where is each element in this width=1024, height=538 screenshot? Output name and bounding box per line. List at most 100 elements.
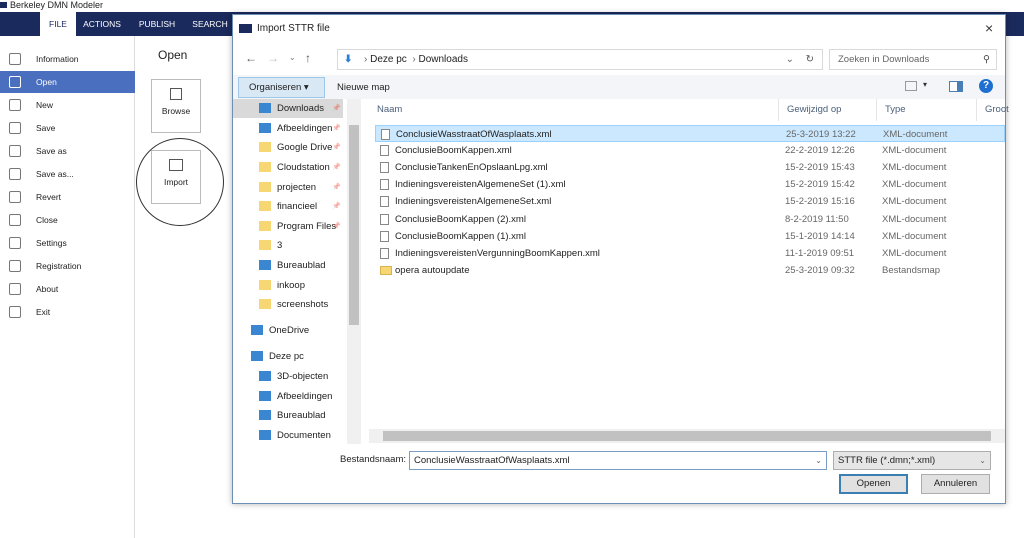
nav-item-financieel[interactable]: financieel 📌: [233, 197, 343, 216]
nav-scrollbar-thumb[interactable]: [349, 125, 359, 325]
file-row[interactable]: ConclusieWasstraatOfWasplaats.xml 25-3-20…: [375, 125, 1005, 142]
forward-icon[interactable]: →: [267, 51, 279, 65]
pin-icon[interactable]: 📌: [332, 119, 341, 138]
info-icon: [9, 53, 21, 65]
sidebar-item-new[interactable]: New: [0, 94, 135, 116]
nav-item-projecten[interactable]: projecten 📌: [233, 178, 343, 197]
pin-icon[interactable]: 📌: [332, 178, 341, 197]
nav-item-screenshots[interactable]: screenshots: [233, 295, 343, 314]
nav-item-label: inkoop: [277, 280, 305, 291]
file-row[interactable]: opera autoupdate 25-3-2019 09:32 Bestandsm…: [375, 262, 1005, 279]
back-icon[interactable]: ←: [245, 51, 257, 65]
sidebar-item-settings[interactable]: Settings: [0, 232, 135, 254]
sidebar-item-label: Save as...: [36, 169, 74, 179]
file-row[interactable]: IndieningsvereistenVergunningBoomKappen.…: [375, 245, 1005, 262]
nav-item-bureaublad[interactable]: Bureaublad: [233, 256, 343, 275]
sidebar-item-close[interactable]: Close: [0, 209, 135, 231]
sidebar-item-open[interactable]: Open: [0, 71, 135, 93]
pin-icon[interactable]: 📌: [332, 217, 341, 236]
pin-icon[interactable]: 📌: [332, 158, 341, 177]
sidebar-item-about[interactable]: About: [0, 278, 135, 300]
import-button[interactable]: Import: [151, 150, 201, 204]
breadcrumb-deze-pc[interactable]: Deze pc: [370, 54, 407, 65]
chevron-down-icon[interactable]: ⌄: [815, 452, 822, 469]
nav-item-program-files[interactable]: Program Files 📌: [233, 217, 343, 236]
nav-item-deze-pc[interactable]: Deze pc: [233, 347, 343, 366]
nav-item-onedrive[interactable]: OneDrive: [233, 321, 343, 340]
file-name: ConclusieBoomKappen (1).xml: [395, 230, 526, 242]
breadcrumb-downloads[interactable]: Downloads: [418, 54, 467, 65]
sidebar-item-label: Save as: [36, 146, 67, 156]
file-name: IndieningsvereistenAlgemeneSet (1).xml: [395, 179, 566, 191]
xml-file-icon: [380, 162, 389, 174]
address-dropdown-icon[interactable]: ⌄: [786, 50, 794, 69]
view-options-icon[interactable]: [905, 81, 917, 91]
sidebar-item-registration[interactable]: Registration: [0, 255, 135, 277]
tab-search[interactable]: SEARCH: [190, 12, 230, 36]
sidebar-item-save-as[interactable]: Save as...: [0, 163, 135, 185]
tab-actions[interactable]: ACTIONS: [80, 12, 124, 36]
nav-item-3[interactable]: 3: [233, 236, 343, 255]
tab-publish[interactable]: PUBLISH: [135, 12, 179, 36]
folder-icon: [259, 260, 271, 270]
sidebar-item-save[interactable]: Save: [0, 117, 135, 139]
downloads-arrow-icon: ⬇: [344, 54, 353, 65]
sidebar-item-information[interactable]: Information: [0, 48, 135, 70]
column-modified[interactable]: Gewijzigd op: [779, 99, 877, 121]
open-button[interactable]: Openen: [839, 474, 908, 494]
pin-icon[interactable]: 📌: [332, 138, 341, 157]
new-folder-button[interactable]: Nieuwe map: [337, 77, 390, 98]
nav-item-cloudstation[interactable]: Cloudstation 📌: [233, 158, 343, 177]
nav-item-downloads[interactable]: Downloads 📌: [233, 99, 343, 118]
file-list-scrollbar-thumb[interactable]: [383, 431, 991, 441]
preview-pane-icon[interactable]: [949, 81, 963, 92]
nav-item-inkoop[interactable]: inkoop: [233, 276, 343, 295]
nav-item-3d-objecten[interactable]: 3D-objecten: [233, 367, 343, 386]
close-icon[interactable]: ×: [985, 20, 993, 36]
file-type: XML-document: [882, 179, 947, 191]
tab-file[interactable]: FILE: [40, 12, 76, 36]
file-row[interactable]: ConclusieTankenEnOpslaanLpg.xml 15-2-2019…: [375, 159, 1005, 176]
cancel-button[interactable]: Annuleren: [921, 474, 990, 494]
nav-item-google-drive[interactable]: Google Drive 📌: [233, 138, 343, 157]
nav-item-afbeeldingen[interactable]: Afbeeldingen 📌: [233, 119, 343, 138]
file-row[interactable]: ConclusieBoomKappen (2).xml 8-2-2019 11:5…: [375, 211, 1005, 228]
folder-icon: [259, 391, 271, 401]
sidebar-item-label: Revert: [36, 192, 62, 202]
nav-item-documenten[interactable]: Documenten: [233, 426, 343, 445]
file-row[interactable]: ConclusieBoomKappen.xml 22-2-2019 12:26 XM…: [375, 142, 1005, 159]
exit-icon: [9, 306, 21, 318]
help-icon[interactable]: ?: [979, 79, 993, 93]
column-size[interactable]: Groot: [977, 99, 1009, 121]
nav-item-label: Deze pc: [269, 351, 304, 362]
column-name[interactable]: Naam: [369, 99, 779, 121]
view-dropdown-icon[interactable]: ▾: [923, 80, 927, 89]
pin-icon[interactable]: 📌: [332, 197, 341, 216]
sidebar-item-save-as[interactable]: Save as: [0, 140, 135, 162]
browse-button[interactable]: Browse: [151, 79, 201, 133]
file-row[interactable]: IndieningsvereistenAlgemeneSet (1).xml 15…: [375, 176, 1005, 193]
search-input[interactable]: Zoeken in Downloads ⚲: [829, 49, 997, 70]
filename-input[interactable]: ConclusieWasstraatOfWasplaats.xml ⌄: [409, 451, 827, 470]
column-type[interactable]: Type: [877, 99, 977, 121]
organize-button[interactable]: Organiseren ▾: [238, 77, 325, 98]
folder-icon: [259, 299, 271, 309]
file-type: XML-document: [883, 129, 948, 140]
nav-item-label: Bureaublad: [277, 260, 326, 271]
nav-item-label: Program Files: [277, 221, 337, 232]
refresh-icon[interactable]: ↻: [806, 50, 814, 69]
filetype-select[interactable]: STTR file (*.dmn;*.xml) ⌄: [833, 451, 991, 470]
nav-item-afbeeldingen[interactable]: Afbeeldingen: [233, 387, 343, 406]
sidebar-item-label: Save: [36, 123, 56, 133]
nav-item-label: Downloads: [277, 103, 324, 114]
pin-icon[interactable]: 📌: [332, 99, 341, 118]
nav-item-bureaublad[interactable]: Bureaublad: [233, 406, 343, 425]
sidebar-item-label: New: [36, 100, 54, 110]
up-icon[interactable]: ↑: [305, 51, 311, 65]
sidebar-item-exit[interactable]: Exit: [0, 301, 135, 323]
sidebar-item-revert[interactable]: Revert: [0, 186, 135, 208]
file-row[interactable]: ConclusieBoomKappen (1).xml 15-1-2019 14:…: [375, 228, 1005, 245]
recent-dropdown-icon[interactable]: ⌄: [289, 53, 296, 62]
file-row[interactable]: IndieningsvereistenAlgemeneSet.xml 15-2-2…: [375, 193, 1005, 210]
address-bar[interactable]: ⬇ › Deze pc › Downloads ⌄ ↻: [337, 49, 823, 70]
